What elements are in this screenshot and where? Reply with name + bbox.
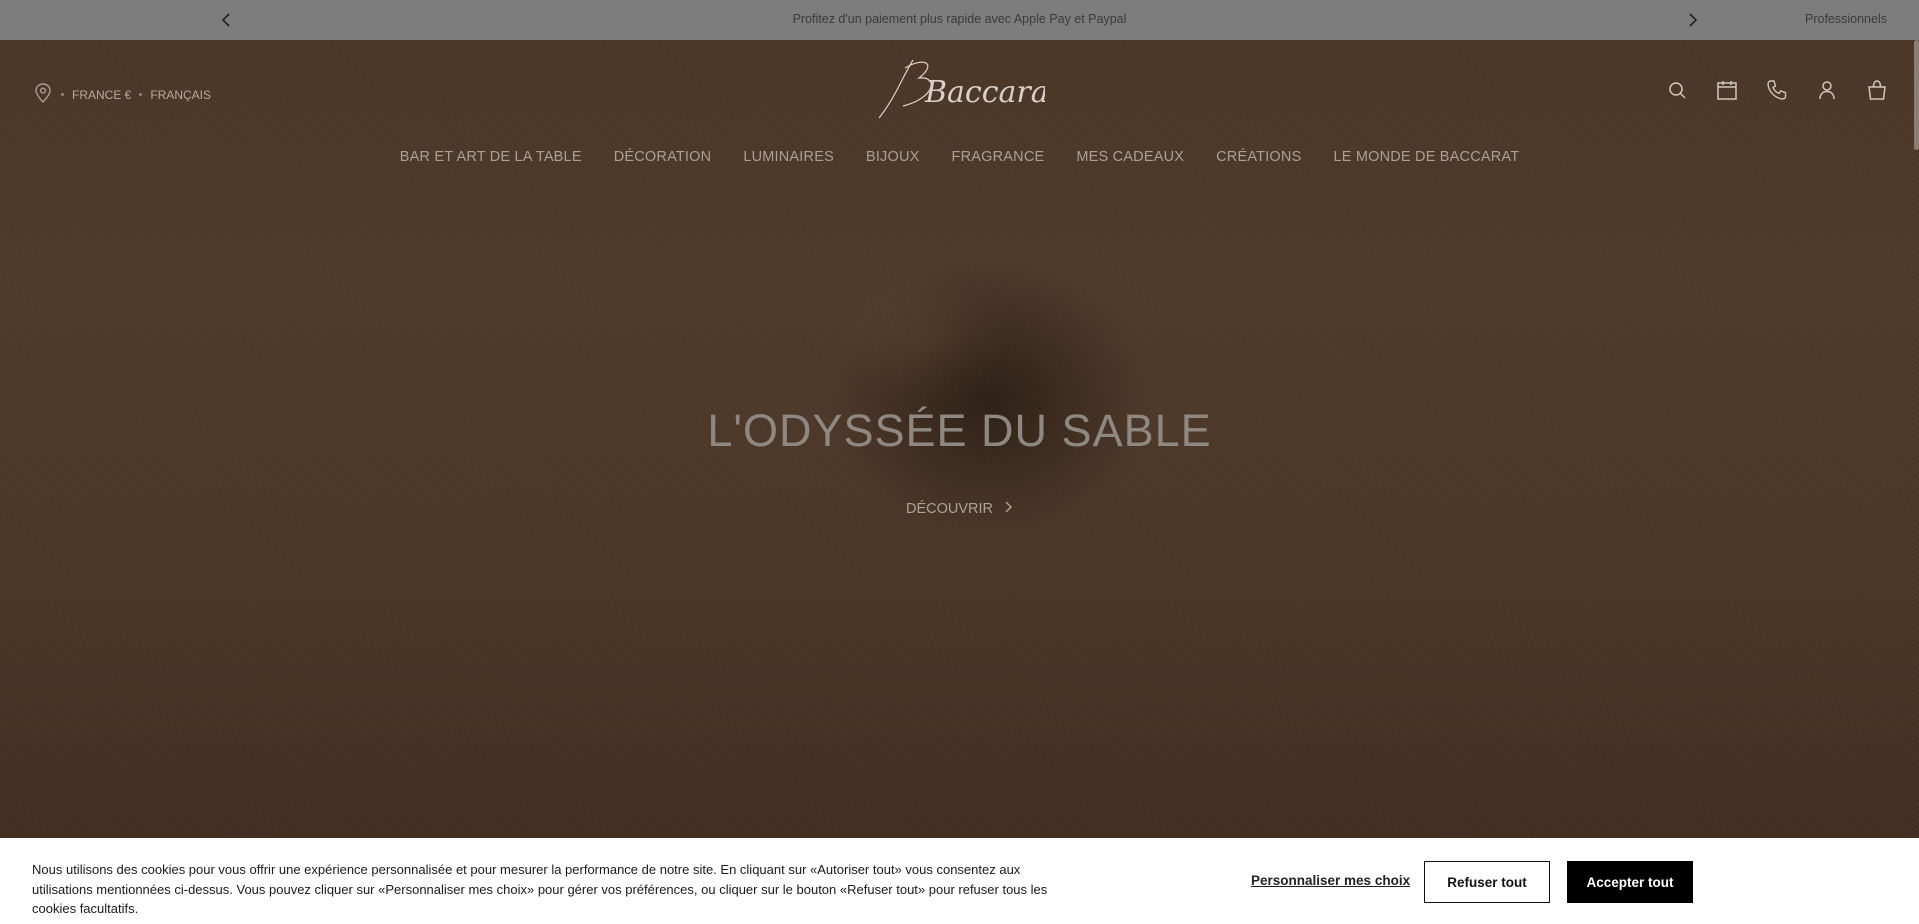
nav-item-fragrance[interactable]: FRAGRANCE bbox=[952, 149, 1045, 165]
customize-choices-link[interactable]: Personnaliser mes choix bbox=[1251, 873, 1410, 888]
professional-link[interactable]: Professionnels bbox=[1805, 12, 1887, 26]
nav-item-decoration[interactable]: DÉCORATION bbox=[614, 149, 712, 165]
nav-item-bar-art-table[interactable]: BAR ET ART DE LA TABLE bbox=[400, 149, 582, 165]
discover-link[interactable]: DÉCOUVRIR bbox=[906, 501, 1013, 517]
bag-icon[interactable] bbox=[1865, 78, 1889, 102]
language-label[interactable]: FRANÇAIS bbox=[150, 88, 211, 102]
accept-all-button[interactable]: Accepter tout bbox=[1567, 861, 1693, 903]
nav-item-creations[interactable]: CRÉATIONS bbox=[1216, 149, 1301, 165]
hero-cta: DÉCOUVRIR bbox=[0, 501, 1919, 517]
baccarat-logo[interactable]: Baccarat bbox=[875, 54, 1062, 124]
cookie-text: Nous utilisons des cookies pour vous off… bbox=[32, 862, 1048, 916]
main-nav: BAR ET ART DE LA TABLE DÉCORATION LUMINA… bbox=[0, 149, 1919, 165]
site-header: FRANCE € FRANÇAIS Baccarat BAR ET ART DE… bbox=[0, 40, 1919, 180]
country-label[interactable]: FRANCE € bbox=[72, 88, 131, 102]
locale-selector[interactable]: FRANCE € FRANÇAIS bbox=[33, 82, 211, 107]
location-pin-icon bbox=[33, 82, 53, 107]
discover-label: DÉCOUVRIR bbox=[905, 501, 993, 517]
calendar-icon[interactable] bbox=[1715, 78, 1739, 102]
hero-title: L'ODYSSÉE DU SABLE bbox=[707, 405, 1212, 456]
chevron-right-icon bbox=[1003, 501, 1013, 517]
promo-next-arrow-icon[interactable] bbox=[1683, 11, 1701, 29]
promo-bar: Profitez d'un paiement plus rapide avec … bbox=[0, 0, 1919, 40]
logo-text: Baccarat bbox=[924, 75, 1045, 110]
separator-dot bbox=[61, 93, 64, 96]
search-icon[interactable] bbox=[1665, 78, 1689, 102]
separator-dot bbox=[139, 93, 143, 96]
nav-item-luminaires[interactable]: LUMINAIRES bbox=[743, 149, 834, 165]
promo-message: Profitez d'un paiement plus rapide avec … bbox=[792, 12, 1127, 26]
nav-item-monde-baccarat[interactable]: LE MONDE DE BACCARAT bbox=[1333, 149, 1519, 165]
header-icons bbox=[1665, 78, 1889, 102]
cookie-banner: Nous utilisons des cookies pour vous off… bbox=[0, 838, 1919, 924]
account-icon[interactable] bbox=[1815, 78, 1839, 102]
nav-item-bijoux[interactable]: BIJOUX bbox=[866, 149, 920, 165]
phone-icon[interactable] bbox=[1765, 78, 1789, 102]
nav-item-mes-cadeaux[interactable]: MES CADEAUX bbox=[1076, 149, 1184, 165]
refuse-all-button[interactable]: Refuser tout bbox=[1424, 861, 1550, 903]
